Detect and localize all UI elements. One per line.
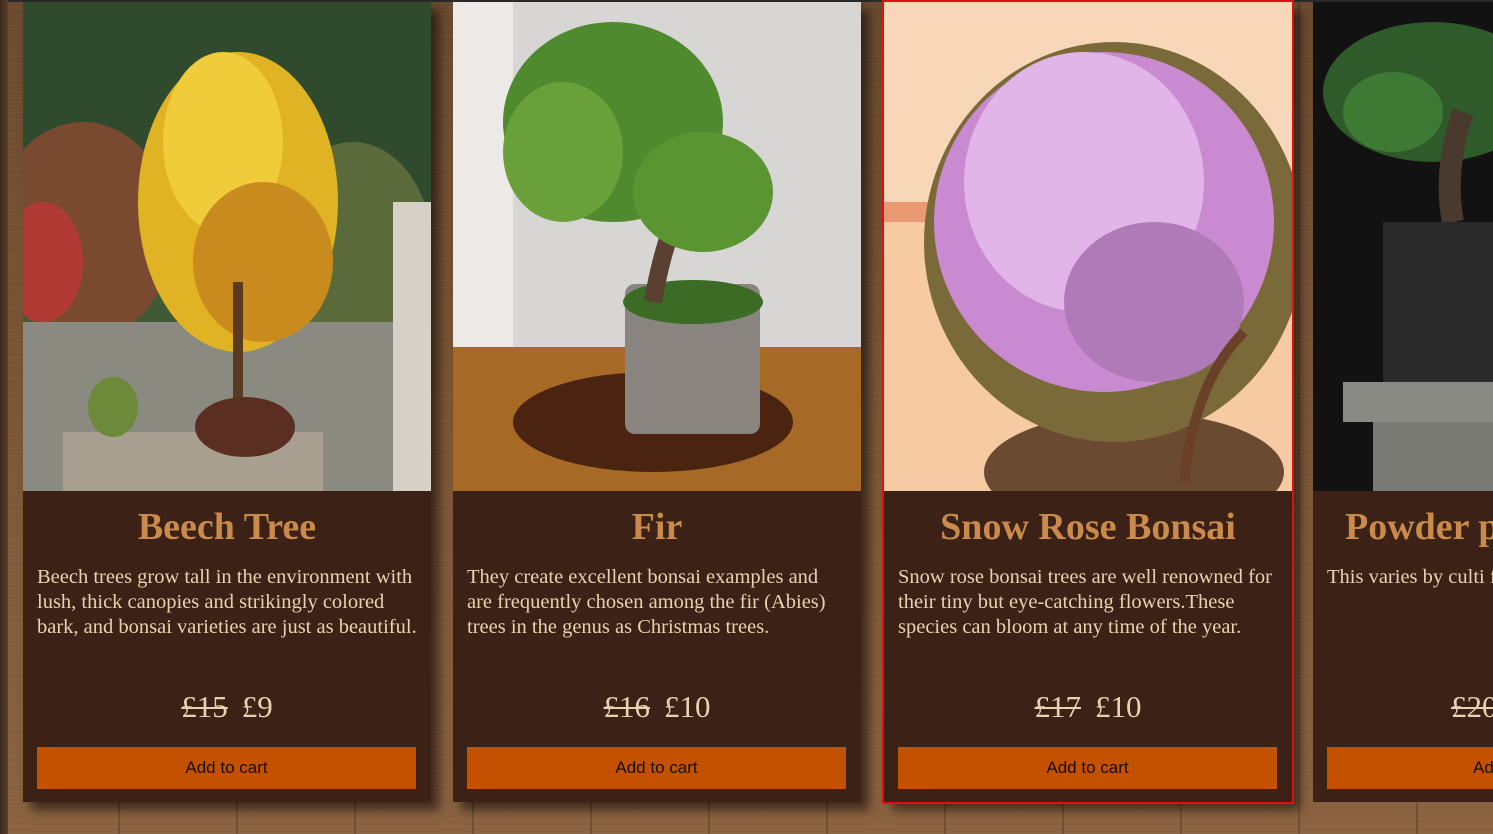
product-title: Powder p xyxy=(1345,506,1493,548)
add-to-cart-button[interactable]: Add to cart xyxy=(467,747,846,789)
product-title: Beech Tree xyxy=(137,506,317,548)
current-price: £10 xyxy=(664,689,711,724)
add-to-cart-button[interactable]: Ad xyxy=(1327,747,1493,789)
add-to-cart-button[interactable]: Add to cart xyxy=(37,747,416,789)
product-image-beech-tree[interactable] xyxy=(23,2,431,491)
product-card-beech-tree[interactable]: Beech Tree Beech trees grow tall in the … xyxy=(23,2,431,802)
product-card-powder[interactable]: Powder p This varies by culti flowers ar… xyxy=(1313,2,1493,802)
old-price: £15 xyxy=(181,689,228,724)
old-price: £17 xyxy=(1034,689,1082,724)
product-card-fir[interactable]: Fir They create excellent bonsai example… xyxy=(453,2,861,802)
product-card-snow-rose-bonsai[interactable]: Snow Rose Bonsai Snow rose bonsai trees … xyxy=(882,0,1294,804)
add-to-cart-button[interactable]: Add to cart xyxy=(898,747,1277,789)
product-description: Beech trees grow tall in the environment… xyxy=(37,566,417,638)
product-image-powder[interactable] xyxy=(1313,2,1493,491)
current-price: £9 xyxy=(241,689,273,724)
price-row: £16 £10 xyxy=(453,689,861,725)
old-price: £16 xyxy=(603,689,651,724)
product-description: This varies by culti flowers are pink or… xyxy=(1327,566,1493,588)
wood-edge xyxy=(0,0,8,834)
price-row: £17 £10 xyxy=(884,689,1292,725)
product-title: Snow Rose Bonsai xyxy=(940,506,1236,548)
product-image-snow-rose-bonsai[interactable] xyxy=(884,2,1292,491)
current-price: £10 xyxy=(1095,689,1142,724)
product-image-fir[interactable] xyxy=(453,2,861,491)
product-description: They create excellent bonsai examples an… xyxy=(467,566,826,638)
product-description: Snow rose bonsai trees are well renowned… xyxy=(898,566,1273,638)
old-price: £20 xyxy=(1451,689,1493,724)
price-row: £20 xyxy=(1313,689,1493,725)
product-title: Fir xyxy=(631,506,683,548)
price-row: £15 £9 xyxy=(23,689,431,725)
